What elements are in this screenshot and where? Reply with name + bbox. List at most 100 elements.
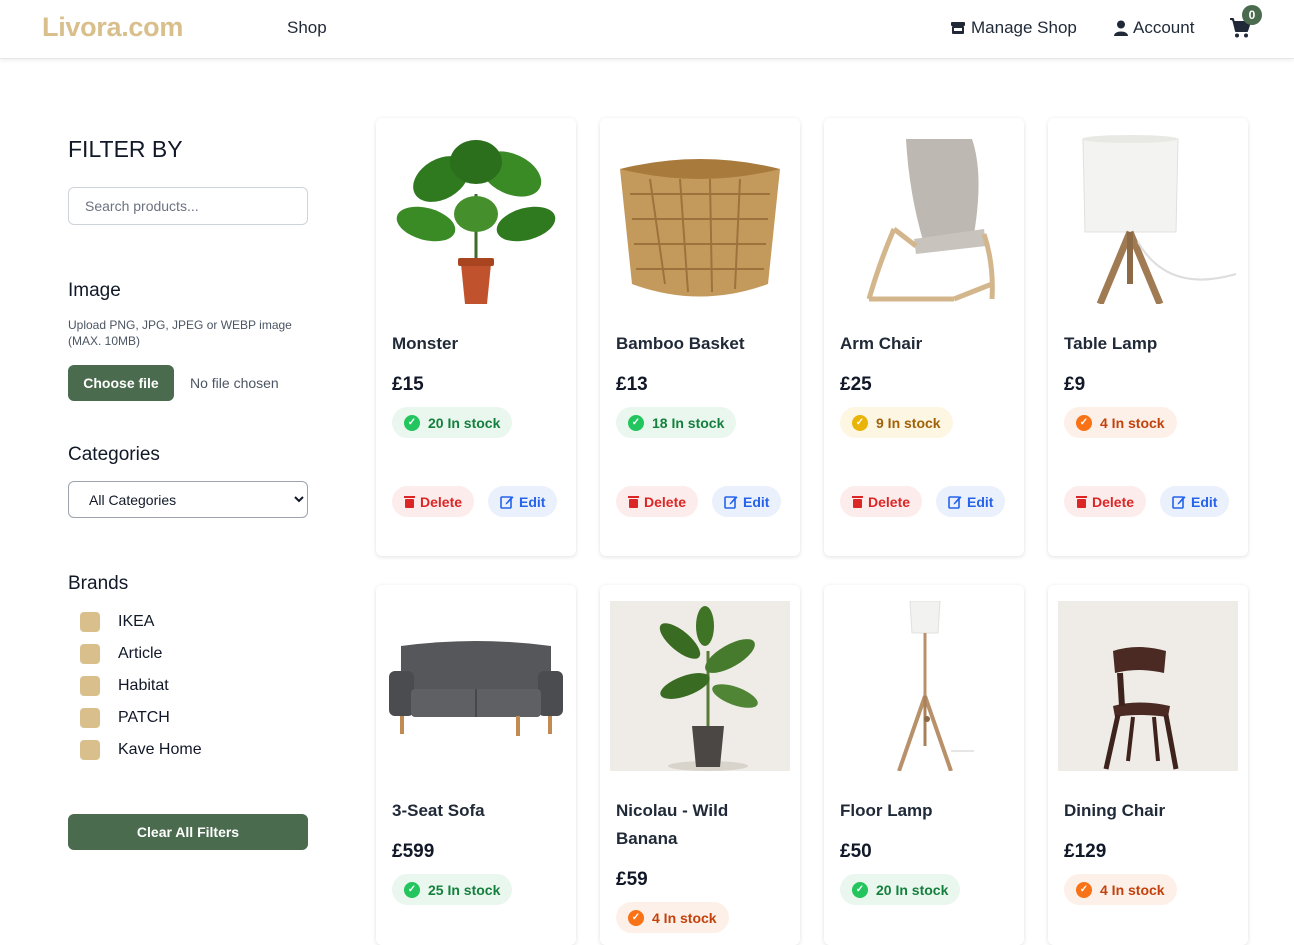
product-card[interactable]: Monster £15 ✓ 20 In stock Delete Edit (376, 118, 576, 556)
product-image-basket (620, 159, 780, 297)
product-name[interactable]: Table Lamp (1064, 330, 1234, 358)
product-image-plant (396, 140, 556, 304)
product-card[interactable]: Bamboo Basket £13 ✓ 18 In stock Delete Ed… (600, 118, 800, 556)
category-select[interactable]: All Categories (68, 481, 308, 518)
brand-checkbox-patch[interactable]: PATCH (80, 708, 170, 728)
delete-label: Delete (420, 493, 463, 510)
stock-text: 20 In stock (428, 414, 501, 431)
choose-file-button[interactable]: Choose file (68, 365, 174, 401)
delete-button[interactable]: Delete (1064, 486, 1147, 517)
brand-label: Habitat (118, 677, 169, 694)
product-price: £129 (1064, 841, 1107, 862)
product-card[interactable]: Table Lamp £9 ✓ 4 In stock Delete Edit (1048, 118, 1248, 556)
stock-badge: ✓ 4 In stock (1064, 874, 1177, 905)
product-name[interactable]: Dining Chair (1064, 797, 1234, 825)
nav-account-link[interactable]: Account (1114, 18, 1194, 38)
stock-badge: ✓ 25 In stock (392, 874, 513, 905)
product-price: £13 (616, 374, 648, 395)
product-card[interactable]: Dining Chair £129 ✓ 4 In stock (1048, 585, 1248, 945)
delete-label: Delete (868, 493, 911, 510)
edit-label: Edit (1191, 493, 1218, 510)
stock-badge: ✓ 4 In stock (616, 902, 729, 933)
edit-label: Edit (967, 493, 994, 510)
stock-text: 25 In stock (428, 881, 501, 898)
product-price: £599 (392, 841, 435, 862)
product-name[interactable]: Floor Lamp (840, 797, 1010, 825)
product-image-banana-plant (610, 601, 790, 771)
edit-button[interactable]: Edit (936, 486, 1006, 517)
stock-badge: ✓ 9 In stock (840, 407, 953, 438)
delete-button[interactable]: Delete (616, 486, 699, 517)
brand-checkbox-kave-home[interactable]: Kave Home (80, 740, 202, 760)
site-logo[interactable]: Livora.com (42, 12, 183, 43)
stock-text: 4 In stock (1100, 414, 1165, 431)
brand-label: IKEA (118, 613, 155, 630)
check-circle-icon: ✓ (628, 909, 644, 926)
check-circle-icon: ✓ (852, 881, 868, 898)
brand-label: PATCH (118, 709, 170, 726)
edit-label: Edit (519, 493, 546, 510)
trash-icon (404, 496, 415, 508)
search-input[interactable] (68, 187, 308, 225)
trash-icon (852, 496, 863, 508)
product-name[interactable]: Arm Chair (840, 330, 1010, 358)
check-circle-icon: ✓ (404, 881, 420, 898)
edit-icon (1172, 495, 1186, 509)
nav-shop-link[interactable]: Shop (287, 18, 327, 38)
checkbox[interactable] (80, 708, 100, 728)
stock-text: 9 In stock (876, 414, 941, 431)
brand-checkbox-habitat[interactable]: Habitat (80, 676, 169, 696)
brand-checkbox-article[interactable]: Article (80, 644, 162, 664)
delete-button[interactable]: Delete (840, 486, 923, 517)
checkbox[interactable] (80, 676, 100, 696)
product-image-armchair (866, 139, 995, 302)
user-icon (1114, 20, 1128, 36)
nav-manage-label: Manage Shop (971, 18, 1077, 37)
stock-text: 20 In stock (876, 881, 949, 898)
product-price: £59 (616, 869, 648, 890)
checkbox[interactable] (80, 644, 100, 664)
trash-icon (1076, 496, 1087, 508)
edit-button[interactable]: Edit (488, 486, 558, 517)
product-name[interactable]: Bamboo Basket (616, 330, 786, 358)
product-image-sofa (389, 641, 563, 736)
store-icon (951, 22, 965, 34)
edit-button[interactable]: Edit (1160, 486, 1230, 517)
check-circle-icon: ✓ (1076, 414, 1092, 431)
nav-manage-shop-link[interactable]: Manage Shop (950, 18, 1077, 38)
stock-badge: ✓ 20 In stock (840, 874, 961, 905)
edit-button[interactable]: Edit (712, 486, 782, 517)
check-circle-icon: ✓ (1076, 881, 1092, 898)
brands-title: Brands (68, 573, 129, 594)
delete-label: Delete (644, 493, 687, 510)
stock-badge: ✓ 4 In stock (1064, 407, 1177, 438)
product-image-dining-chair (1058, 601, 1238, 771)
edit-icon (500, 495, 514, 509)
clear-filters-button[interactable]: Clear All Filters (68, 814, 308, 850)
edit-icon (948, 495, 962, 509)
filter-title: FILTER BY (68, 136, 183, 162)
product-name[interactable]: Nicolau - Wild Banana (616, 797, 786, 853)
edit-label: Edit (743, 493, 770, 510)
check-circle-icon: ✓ (404, 414, 420, 431)
product-name[interactable]: Monster (392, 330, 562, 358)
stock-badge: ✓ 18 In stock (616, 407, 737, 438)
product-price: £9 (1064, 374, 1086, 395)
product-card[interactable]: 3-Seat Sofa £599 ✓ 25 In stock (376, 585, 576, 945)
product-image-table-lamp (1082, 135, 1237, 304)
check-circle-icon: ✓ (852, 414, 868, 431)
top-header: Livora.com Shop Manage Shop Account 0 (0, 0, 1294, 59)
product-name[interactable]: 3-Seat Sofa (392, 797, 562, 825)
brand-checkbox-ikea[interactable]: IKEA (80, 612, 154, 632)
delete-label: Delete (1092, 493, 1135, 510)
checkbox[interactable] (80, 612, 100, 632)
product-card[interactable]: Arm Chair £25 ✓ 9 In stock Delete Edit (824, 118, 1024, 556)
product-card[interactable]: Floor Lamp £50 ✓ 20 In stock (824, 585, 1024, 945)
product-card[interactable]: Nicolau - Wild Banana £59 ✓ 4 In stock (600, 585, 800, 945)
edit-icon (724, 495, 738, 509)
nav-account-label: Account (1133, 18, 1195, 37)
product-image-floor-lamp (897, 601, 974, 771)
stock-text: 18 In stock (652, 414, 725, 431)
delete-button[interactable]: Delete (392, 486, 475, 517)
checkbox[interactable] (80, 740, 100, 760)
